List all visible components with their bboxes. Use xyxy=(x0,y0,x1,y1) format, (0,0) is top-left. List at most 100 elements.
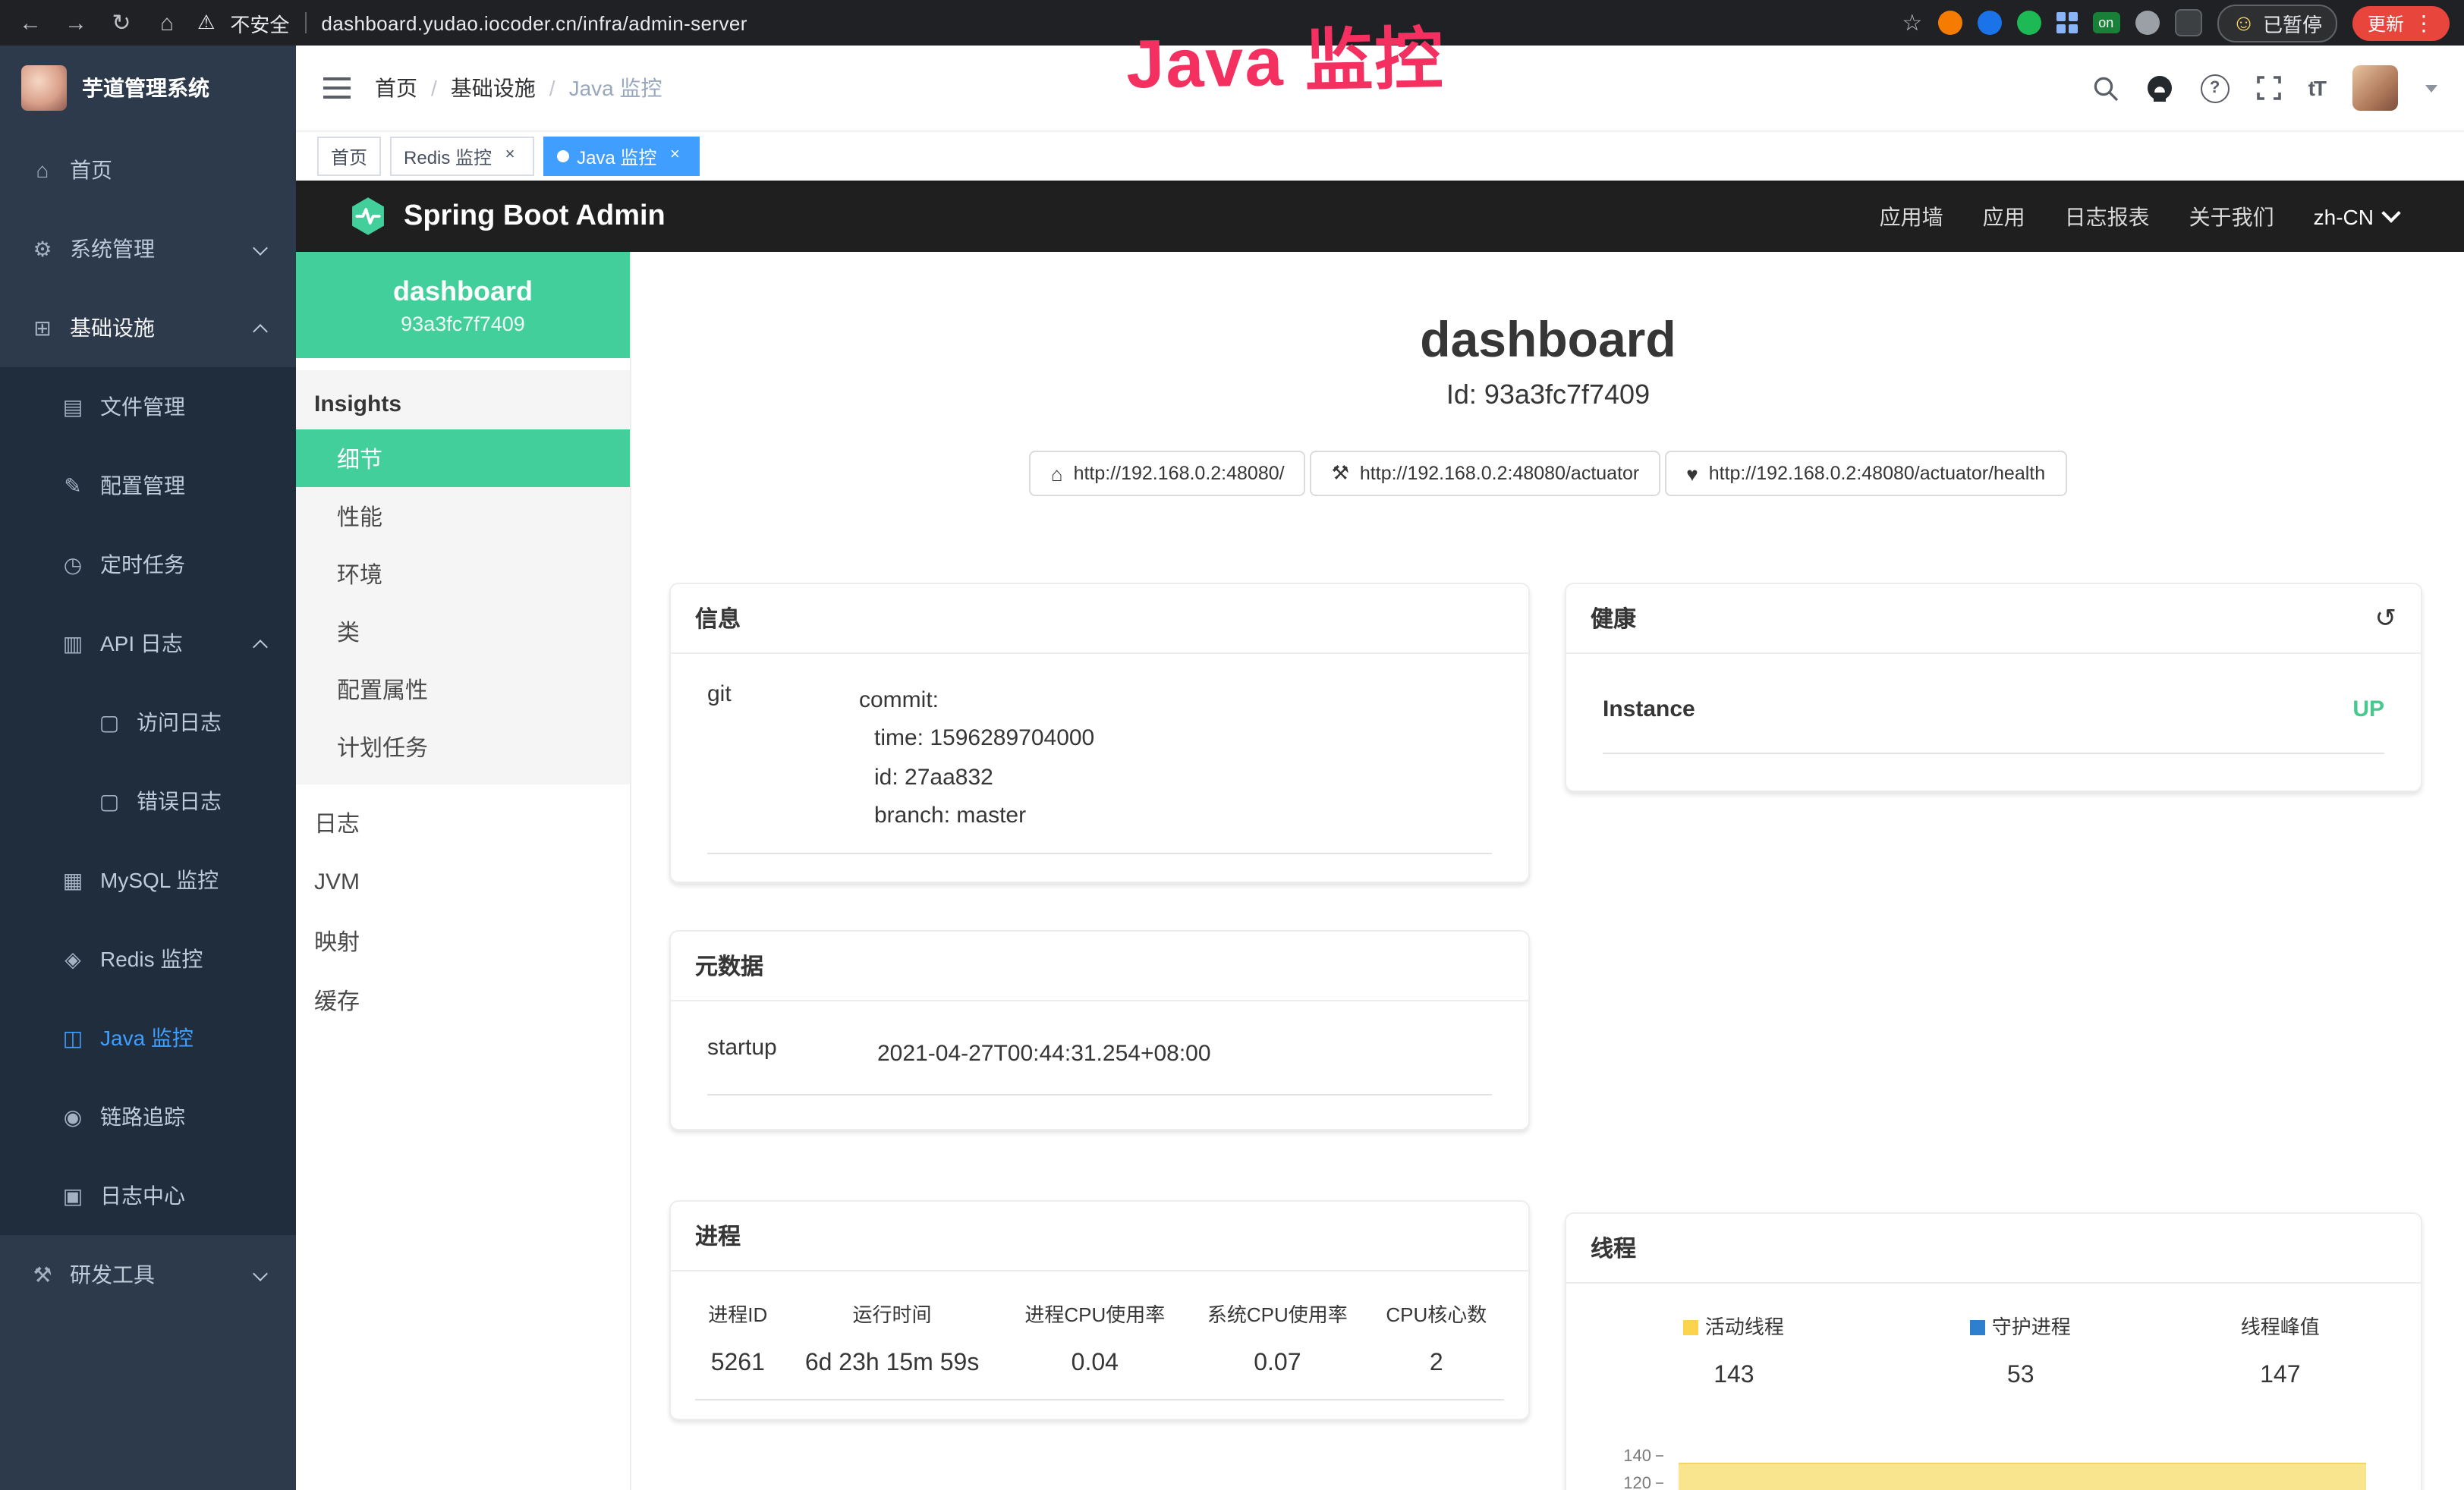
sidebar-item-log-center[interactable]: 日志中心 xyxy=(0,1156,296,1235)
instance-links: http://192.168.0.2:48080/ http://192.168… xyxy=(631,451,2464,497)
sidebar-item-tracing[interactable]: 链路追踪 xyxy=(0,1077,296,1156)
github-icon[interactable] xyxy=(2146,74,2173,102)
sidebar-item-home[interactable]: 首页 xyxy=(0,130,296,209)
back-icon[interactable]: ← xyxy=(15,10,46,36)
chevron-down-icon xyxy=(2381,203,2400,222)
tags-bar: 首页 Redis 监控 × Java 监控 × xyxy=(296,130,2464,181)
profile-status-label: 已暂停 xyxy=(2263,8,2322,37)
sidebar-item-error-logs[interactable]: 错误日志 xyxy=(0,762,296,841)
home-icon[interactable]: ⌂ xyxy=(152,10,182,36)
spring-boot-admin-frame: Spring Boot Admin 应用墙 应用 日志报表 关于我们 zh-CN xyxy=(296,181,2464,1490)
not-secure-warning-icon: ⚠ xyxy=(197,11,215,35)
breadcrumb-home[interactable]: 首页 xyxy=(375,73,417,103)
search-icon[interactable] xyxy=(2093,75,2119,101)
sba-instance-header[interactable]: dashboard 93a3fc7f7409 xyxy=(296,252,630,358)
tag-home[interactable]: 首页 xyxy=(317,137,381,176)
home-icon xyxy=(30,158,55,182)
health-card-title: 健康 xyxy=(1591,603,1636,635)
extensions-puzzle-icon[interactable] xyxy=(2174,9,2201,36)
fullscreen-icon[interactable] xyxy=(2257,76,2281,100)
chrome-update-button[interactable]: 更新 ⋮ xyxy=(2352,5,2450,40)
actuator-url-button[interactable]: http://192.168.0.2:48080/actuator xyxy=(1311,451,1661,497)
legend-peak-threads: 线程峰值 xyxy=(2164,1303,2396,1350)
uptime-value: 6d 23h 15m 59s xyxy=(781,1337,1004,1400)
sidebar-item-scheduled-jobs[interactable]: 定时任务 xyxy=(0,525,296,604)
divider xyxy=(304,12,306,33)
app-logo[interactable]: 芋道管理系统 xyxy=(0,46,296,130)
column-header: 运行时间 xyxy=(781,1290,1004,1337)
extension-drop-icon[interactable] xyxy=(1977,11,2001,35)
breadcrumb-infrastructure[interactable]: 基础设施 xyxy=(451,73,536,103)
extension-orange-icon[interactable] xyxy=(1937,11,1962,35)
forward-icon[interactable]: → xyxy=(61,10,91,36)
git-commit-time: time: 1596289704000 xyxy=(859,720,1094,758)
sidebar-item-java-monitor[interactable]: Java 监控 xyxy=(0,998,296,1077)
status-badge: UP xyxy=(2352,697,2384,723)
extension-grid-icon[interactable] xyxy=(2056,12,2077,33)
sba-nav-wallboard[interactable]: 应用墙 xyxy=(1880,201,1943,231)
extension-green-icon[interactable] xyxy=(2016,11,2041,35)
reload-icon[interactable]: ↻ xyxy=(106,9,137,36)
info-key: git xyxy=(707,682,859,835)
sidebar-item-config-management[interactable]: 配置管理 xyxy=(0,446,296,525)
update-label: 更新 xyxy=(2368,10,2404,36)
sidebar-item-dev-tools[interactable]: 研发工具 xyxy=(0,1235,296,1314)
sidebar-item-redis-monitor[interactable]: Redis 监控 xyxy=(0,919,296,998)
browser-profile-chip[interactable]: ☺ 已暂停 xyxy=(2217,4,2337,42)
sidebar-item-infrastructure[interactable]: 基础设施 xyxy=(0,288,296,367)
service-url-button[interactable]: http://192.168.0.2:48080/ xyxy=(1030,451,1306,497)
sba-item-mappings[interactable]: 映射 xyxy=(296,912,630,971)
sba-item-environment[interactable]: 环境 xyxy=(296,545,630,602)
sba-item-jvm[interactable]: JVM xyxy=(296,853,630,912)
sba-item-config-props[interactable]: 配置属性 xyxy=(296,660,630,718)
screen: ← → ↻ ⌂ ⚠ 不安全 dashboard.yudao.iocoder.cn… xyxy=(0,0,2464,1490)
sba-logo-icon xyxy=(348,196,389,237)
sidebar-item-access-logs[interactable]: 访问日志 xyxy=(0,683,296,762)
sba-content: dashboard Id: 93a3fc7f7409 http://192.16… xyxy=(631,252,2464,1490)
sba-group-label: Insights xyxy=(296,379,630,429)
help-icon[interactable]: ? xyxy=(2201,74,2230,102)
tools-icon xyxy=(30,1262,55,1287)
sba-item-classes[interactable]: 类 xyxy=(296,602,630,660)
sba-item-performance[interactable]: 性能 xyxy=(296,487,630,545)
sba-brand[interactable]: Spring Boot Admin xyxy=(348,196,666,237)
tag-java-monitor[interactable]: Java 监控 × xyxy=(543,137,699,176)
extension-leaf-icon[interactable] xyxy=(2135,11,2159,35)
user-avatar[interactable] xyxy=(2352,65,2398,111)
sba-nav-about[interactable]: 关于我们 xyxy=(2189,201,2274,231)
sidebar-item-mysql-monitor[interactable]: MySQL 监控 xyxy=(0,841,296,919)
app-logo-image xyxy=(21,65,67,111)
history-icon[interactable] xyxy=(2375,604,2397,634)
close-icon[interactable]: × xyxy=(664,146,685,167)
url-bar[interactable]: dashboard.yudao.iocoder.cn/infra/admin-s… xyxy=(321,11,747,34)
close-icon[interactable]: × xyxy=(499,146,521,167)
sba-root-items: 日志 JVM 映射 缓存 xyxy=(296,794,630,1030)
sba-item-scheduled-tasks[interactable]: 计划任务 xyxy=(296,718,630,775)
sba-nav-applications[interactable]: 应用 xyxy=(1983,201,2025,231)
tag-redis-monitor[interactable]: Redis 监控 × xyxy=(390,137,534,176)
sidebar-item-label: 定时任务 xyxy=(100,549,185,580)
font-size-icon[interactable] xyxy=(2308,76,2325,100)
sidebar-item-api-logs[interactable]: API 日志 xyxy=(0,604,296,683)
sba-item-caches[interactable]: 缓存 xyxy=(296,971,630,1030)
sba-nav-journal[interactable]: 日志报表 xyxy=(2065,201,2150,231)
sidebar-item-system-management[interactable]: 系统管理 xyxy=(0,209,296,288)
active-dot xyxy=(557,150,569,162)
health-url-button[interactable]: http://192.168.0.2:48080/actuator/health xyxy=(1665,451,2066,497)
sba-locale-select[interactable]: zh-CN xyxy=(2314,204,2398,228)
sba-item-details[interactable]: 细节 xyxy=(296,429,630,487)
bookmark-star-icon[interactable]: ☆ xyxy=(1902,9,1922,36)
sidebar-item-label: 首页 xyxy=(70,155,112,185)
extension-on-badge[interactable]: on xyxy=(2092,12,2119,33)
metadata-card-title: 元数据 xyxy=(671,932,1528,1001)
avatar-caret-icon[interactable] xyxy=(2425,84,2437,92)
security-label[interactable]: 不安全 xyxy=(230,8,289,37)
sba-item-logs[interactable]: 日志 xyxy=(296,794,630,853)
hamburger-icon[interactable] xyxy=(323,77,351,99)
sidebar-item-file-management[interactable]: 文件管理 xyxy=(0,367,296,446)
health-url-label: http://192.168.0.2:48080/actuator/health xyxy=(1709,464,2045,485)
health-icon xyxy=(1686,463,1698,486)
chevron-up-icon xyxy=(253,324,268,339)
chevron-down-icon xyxy=(253,240,268,256)
sidebar-item-label: 日志中心 xyxy=(100,1180,185,1211)
